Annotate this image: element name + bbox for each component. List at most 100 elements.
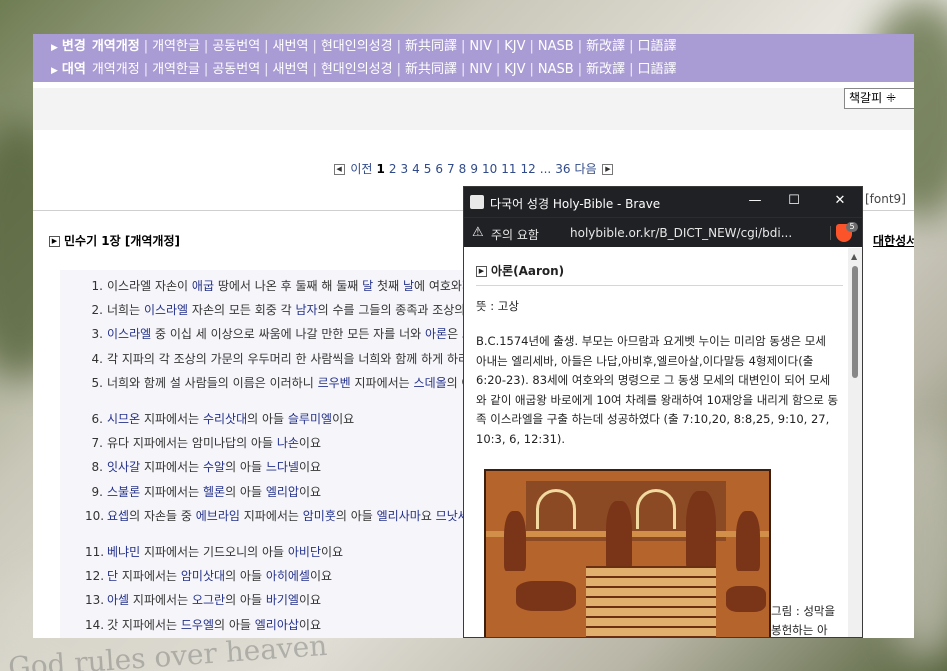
scrollbar[interactable]: ▲ <box>848 248 862 637</box>
verse-text: 의 아들 <box>225 593 266 608</box>
dictionary-word-link[interactable]: 엘리아삽 <box>255 618 299 632</box>
dictionary-word-link[interactable]: 나손 <box>277 436 299 450</box>
dictionary-word-link[interactable]: 느다넬 <box>266 460 299 474</box>
nav-version-link[interactable]: 新改譯 <box>586 62 625 77</box>
pager-page-link[interactable]: 9 <box>470 162 478 176</box>
dictionary-word-link[interactable]: 엘리압 <box>266 485 299 499</box>
pager-page-link[interactable]: 3 <box>400 162 408 176</box>
verse-text: 이요 <box>321 545 344 560</box>
nav-version-link[interactable]: 新改譯 <box>586 39 625 54</box>
dictionary-word-link[interactable]: 아비단 <box>288 545 321 559</box>
pager-prev-link[interactable]: 이전 <box>347 162 372 176</box>
nav-version-link[interactable]: KJV <box>504 62 525 77</box>
close-icon[interactable]: ✕ <box>832 193 848 209</box>
dictionary-word-link[interactable]: 수알 <box>203 460 225 474</box>
scroll-up-icon[interactable]: ▲ <box>851 252 857 261</box>
nav-version-link[interactable]: 新共同譯 <box>405 39 457 54</box>
pager-page-link[interactable]: 2 <box>389 162 397 176</box>
dictionary-word-link[interactable]: 잇사갈 <box>107 460 140 474</box>
window-title: 다국어 성경 Holy-Bible - Brave <box>490 197 661 211</box>
dictionary-word-link[interactable]: 스불론 <box>107 485 140 499</box>
pager-page-link[interactable]: 10 <box>482 162 497 176</box>
pager-page-link[interactable]: 12 <box>521 162 536 176</box>
nav-version-link[interactable]: NIV <box>469 39 491 54</box>
bible-society-link[interactable]: 대한성서 <box>873 232 914 249</box>
verse-row: 9. 스불론 지파에서는 헬론의 아들 엘리압이요 <box>60 480 520 504</box>
warning-icon[interactable]: ⚠ <box>472 225 484 240</box>
nav-version-link[interactable]: NIV <box>469 62 491 77</box>
nav-version-link[interactable]: 새번역 <box>273 39 309 54</box>
verse-text: 지파에서는 <box>129 593 192 608</box>
dictionary-word-link[interactable]: 에브라임 <box>196 509 240 523</box>
nav-separator: | <box>143 39 149 54</box>
verse-row: 5. 너희와 함께 설 사람들의 이름은 이러하니 르우벤 지파에서는 스데올의 … <box>60 371 520 395</box>
dictionary-word-link[interactable]: 이스라엘 <box>144 303 188 317</box>
dictionary-popup-window: 다국어 성경 Holy-Bible - Brave — ☐ ✕ ⚠ 주의 요함 … <box>463 186 863 638</box>
nav-version-link[interactable]: 현대인의성경 <box>321 39 393 54</box>
dictionary-word-link[interactable]: 슬루미엘 <box>288 412 332 426</box>
dictionary-word-link[interactable]: 이스라엘 <box>107 327 151 341</box>
verse-text: 의 아들 <box>225 569 266 584</box>
nav-separator: | <box>461 62 466 77</box>
dictionary-word-link[interactable]: 날 <box>403 279 414 293</box>
dictionary-word-link[interactable]: 헬론 <box>203 485 225 499</box>
dictionary-word-link[interactable]: 아히에셀 <box>266 569 310 583</box>
font-option[interactable]: [font9] <box>865 192 906 206</box>
bookmark-button[interactable]: 책갈피 ꔰ <box>844 88 914 109</box>
dictionary-word-link[interactable]: 달 <box>362 279 373 293</box>
pager-page-link[interactable]: 11 <box>501 162 516 176</box>
nav-version-link[interactable]: NASB <box>538 62 574 77</box>
nav-version-link[interactable]: 공동번역 <box>212 62 260 77</box>
pager-page-link[interactable]: 36 <box>555 162 570 176</box>
nav-version-link[interactable]: 새번역 <box>273 62 309 77</box>
dictionary-word-link[interactable]: 아론 <box>425 327 447 341</box>
prev-arrow-icon[interactable]: ◀ <box>333 164 345 175</box>
dictionary-word-link[interactable]: 암미훗 <box>303 509 336 523</box>
dictionary-word-link[interactable]: 스데올 <box>414 376 447 390</box>
nav-version-link[interactable]: 口語譯 <box>637 62 676 77</box>
nav-version-link[interactable]: 현대인의성경 <box>321 62 393 77</box>
pager-page-link[interactable]: 1 <box>376 162 384 176</box>
nav-version-link[interactable]: NASB <box>538 39 574 54</box>
nav-version-link[interactable]: 口語譯 <box>637 39 676 54</box>
dictionary-word-link[interactable]: 드우엘 <box>181 618 214 632</box>
nav-version-current[interactable]: 개역개정 <box>92 62 140 77</box>
verse-row: 7. 유다 지파에서는 암미나답의 아들 나손이요 <box>60 431 520 455</box>
maximize-icon[interactable]: ☐ <box>786 193 802 209</box>
verse-number: 10. <box>85 508 105 523</box>
dictionary-word-link[interactable]: 수리삿대 <box>203 412 247 426</box>
pager-page-link[interactable]: 4 <box>412 162 420 176</box>
pager-page-link[interactable]: 8 <box>459 162 467 176</box>
dictionary-word-link[interactable]: 르우벤 <box>318 376 351 390</box>
dictionary-word-link[interactable]: 암미삿대 <box>181 569 225 583</box>
dictionary-word-link[interactable]: 오그란 <box>192 593 225 607</box>
nav-version-link[interactable]: 개역한글 <box>152 62 200 77</box>
nav-version-link[interactable]: 新共同譯 <box>405 62 457 77</box>
url-text[interactable]: holybible.or.kr/B_DICT_NEW/cgi/bdi... <box>570 226 792 240</box>
pager-next-link[interactable]: 다음 <box>575 162 601 176</box>
dictionary-word-link[interactable]: 단 <box>107 569 118 583</box>
dictionary-word-link[interactable]: 애굽 <box>192 279 214 293</box>
nav-version-link[interactable]: 공동번역 <box>212 39 260 54</box>
dictionary-word-link[interactable]: 아셀 <box>107 593 129 607</box>
scroll-thumb[interactable] <box>852 266 858 378</box>
nav-version-link[interactable]: KJV <box>504 39 525 54</box>
dictionary-word-link[interactable]: 요셉 <box>107 509 129 523</box>
pager-page-link[interactable]: 7 <box>447 162 455 176</box>
nav-separator: | <box>577 39 583 54</box>
dictionary-word-link[interactable]: 남자 <box>296 303 318 317</box>
dictionary-word-link[interactable]: 시므온 <box>107 412 140 426</box>
nav-version-current[interactable]: 개역개정 <box>92 39 140 54</box>
nav-version-link[interactable]: 개역한글 <box>152 39 200 54</box>
pager-page-link[interactable]: 6 <box>435 162 443 176</box>
dictionary-word-link[interactable]: 바기엘 <box>266 593 299 607</box>
verse-row: 3. 이스라엘 중 이십 세 이상으로 싸움에 나갈 만한 모든 자를 너와 아론… <box>60 322 520 346</box>
verse-text: 의 아들 <box>335 508 377 523</box>
nav-separator: | <box>529 62 534 77</box>
security-warning-label[interactable]: 주의 요함 <box>491 226 539 243</box>
next-arrow-icon[interactable]: ▶ <box>602 164 614 175</box>
minimize-icon[interactable]: — <box>747 193 763 209</box>
dictionary-word-link[interactable]: 엘리사마 <box>377 509 421 523</box>
pager-page-link[interactable]: 5 <box>424 162 432 176</box>
dictionary-word-link[interactable]: 베냐민 <box>107 545 140 559</box>
